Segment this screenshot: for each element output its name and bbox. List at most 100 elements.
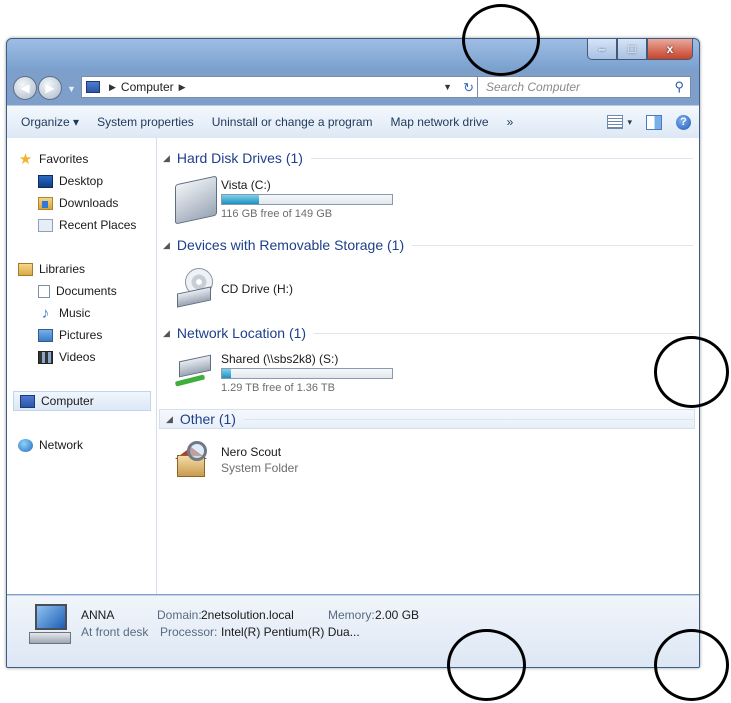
drive-free-space: 116 GB free of 149 GB <box>221 208 333 220</box>
nav-downloads[interactable]: Downloads <box>38 196 118 210</box>
drive-name: CD Drive (H:) <box>221 282 293 296</box>
collapse-triangle-icon[interactable]: ◢ <box>166 414 173 425</box>
help-icon[interactable]: ? <box>676 114 691 130</box>
view-dropdown-icon: ▾ <box>627 116 632 127</box>
nav-label: Videos <box>59 350 96 364</box>
annotation-circle <box>447 629 526 701</box>
breadcrumb-separator-icon[interactable]: ▶ <box>179 82 186 93</box>
computer-icon <box>86 81 100 93</box>
breadcrumb-computer[interactable]: Computer <box>121 80 174 94</box>
collapse-triangle-icon[interactable]: ◢ <box>163 328 170 339</box>
address-bar[interactable]: ▶ Computer ▶ ▼ ↻ <box>81 76 497 98</box>
group-header-other[interactable]: ◢ Other (1) <box>159 409 695 429</box>
search-box: ⚲ <box>477 76 691 98</box>
magnifier-shape <box>187 441 207 461</box>
address-dropdown-icon[interactable]: ▼ <box>443 82 452 92</box>
preview-pane-button[interactable] <box>646 114 662 130</box>
maximize-button[interactable]: □ <box>617 39 647 60</box>
nav-favorites[interactable]: ★ Favorites <box>18 152 89 167</box>
close-button[interactable]: x <box>647 39 693 60</box>
forward-button[interactable]: ▶ <box>38 76 62 100</box>
computer-description: At front desk <box>81 625 149 639</box>
group-divider <box>412 244 693 246</box>
folder-type: System Folder <box>221 461 299 475</box>
annotation-circle <box>462 4 540 76</box>
group-header-hard-disk-drives[interactable]: ◢ Hard Disk Drives (1) <box>163 148 693 168</box>
more-commands-button[interactable]: » <box>498 115 523 129</box>
nav-label: Network <box>39 438 84 452</box>
details-pane: ANNA At front desk Domain: 2netsolution.… <box>7 595 699 667</box>
back-button[interactable]: ◀ <box>13 76 37 100</box>
nav-desktop[interactable]: Desktop <box>38 174 103 188</box>
group-header-removable-storage[interactable]: ◢ Devices with Removable Storage (1) <box>163 235 693 255</box>
collapse-triangle-icon[interactable]: ◢ <box>163 153 170 164</box>
memory-value: 2.00 GB <box>375 608 420 622</box>
search-icon[interactable]: ⚲ <box>674 79 684 95</box>
folder-name: Nero Scout <box>221 445 282 459</box>
view-icon <box>607 115 624 129</box>
network-drive-icon <box>174 352 215 392</box>
title-bar[interactable]: – □ x <box>7 39 699 69</box>
navigation-pane[interactable]: ★ Favorites Desktop Downloads Recent Pla… <box>7 138 157 594</box>
map-network-drive-button[interactable]: Map network drive <box>382 115 498 129</box>
recent-pages-dropdown-icon[interactable]: ▼ <box>67 84 76 94</box>
drive-item-shared[interactable]: Shared (\\sbs2k8) (S:) 1.29 TB free of 1… <box>174 352 435 396</box>
group-divider <box>310 157 693 159</box>
drive-item-cd[interactable]: CD Drive (H:) <box>175 268 435 312</box>
nav-videos[interactable]: Videos <box>38 350 95 364</box>
domain-label: Domain: <box>157 608 202 622</box>
nav-computer[interactable]: Computer <box>13 391 151 411</box>
toolbar-right: ▾ ? <box>607 106 691 138</box>
drive-name: Vista (C:) <box>221 178 271 192</box>
change-view-button[interactable]: ▾ <box>607 115 632 129</box>
nav-label: Computer <box>41 394 94 408</box>
maximize-icon: □ <box>628 42 636 56</box>
nav-label: Recent Places <box>59 218 137 232</box>
drive-item-vista[interactable]: Vista (C:) 116 GB free of 149 GB <box>175 175 435 225</box>
desktop-icon <box>38 174 53 188</box>
explorer-window: – □ x ◀ ▶ ▼ ▶ Computer ▶ ▼ ↻ ⚲ Organize … <box>6 38 700 668</box>
processor-value: Intel(R) Pentium(R) Dua... <box>221 625 360 639</box>
computer-icon <box>20 394 35 408</box>
collapse-triangle-icon[interactable]: ◢ <box>163 240 170 251</box>
cd-drive-icon <box>175 268 213 308</box>
group-title: Hard Disk Drives (1) <box>176 150 303 166</box>
usage-bar-fill <box>222 369 231 378</box>
file-list[interactable]: ◢ Hard Disk Drives (1) Vista (C:) 116 GB… <box>157 138 699 594</box>
system-properties-button[interactable]: System properties <box>88 115 203 129</box>
organize-button[interactable]: Organize ▾ <box>7 115 88 129</box>
address-row: ◀ ▶ ▼ ▶ Computer ▶ ▼ ↻ ⚲ <box>7 71 699 103</box>
nav-music[interactable]: ♪ Music <box>38 304 91 322</box>
group-header-network-location[interactable]: ◢ Network Location (1) <box>163 323 693 343</box>
network-icon <box>18 438 33 452</box>
nav-libraries[interactable]: Libraries <box>18 262 85 276</box>
tower-shape <box>29 632 71 644</box>
hard-disk-icon <box>175 175 217 225</box>
nav-label: Documents <box>56 284 117 298</box>
refresh-icon[interactable]: ↻ <box>463 80 474 96</box>
back-arrow-icon: ◀ <box>20 81 30 95</box>
nav-recent-places[interactable]: Recent Places <box>38 218 136 232</box>
nav-label: Downloads <box>59 196 119 210</box>
usage-bar-fill <box>222 195 260 204</box>
uninstall-program-button[interactable]: Uninstall or change a program <box>203 115 382 129</box>
breadcrumb-separator-icon[interactable]: ▶ <box>109 82 116 93</box>
domain-value: 2netsolution.local <box>201 608 294 622</box>
forward-arrow-icon: ▶ <box>45 81 55 95</box>
group-title: Other (1) <box>179 411 236 427</box>
nav-documents[interactable]: Documents <box>38 284 117 298</box>
minimize-button[interactable]: – <box>587 39 617 60</box>
monitor-shape <box>35 604 67 630</box>
content-area: ★ Favorites Desktop Downloads Recent Pla… <box>7 138 699 594</box>
usage-bar <box>221 368 393 379</box>
nav-network[interactable]: Network <box>18 438 83 452</box>
minimize-icon: – <box>598 42 606 56</box>
command-bar: Organize ▾ System properties Uninstall o… <box>7 105 699 139</box>
search-input[interactable] <box>484 79 648 95</box>
music-note-icon: ♪ <box>41 304 50 322</box>
computer-name: ANNA <box>81 608 115 622</box>
nav-pictures[interactable]: Pictures <box>38 328 102 342</box>
group-title: Network Location (1) <box>176 325 307 341</box>
folder-item-nero-scout[interactable]: Nero Scout System Folder <box>175 441 435 491</box>
group-divider <box>314 332 693 334</box>
